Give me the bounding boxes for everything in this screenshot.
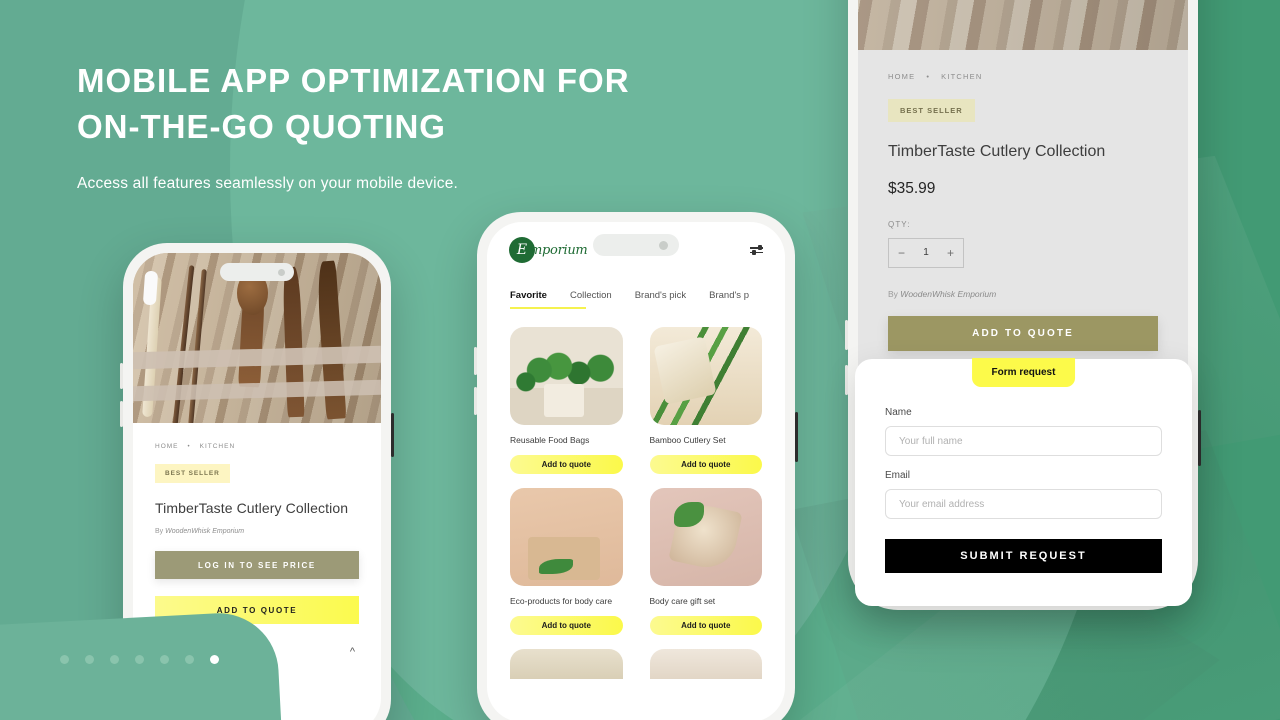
product-hero-image <box>858 0 1188 50</box>
product-card[interactable]: Eco-products for body care Add to quote <box>510 488 623 635</box>
quantity-decrease-button[interactable]: − <box>898 247 905 259</box>
breadcrumb-home[interactable]: HOME <box>888 72 915 81</box>
phone-mockup-center: E mporium Favorite Collection Brand's pi… <box>474 212 798 720</box>
active-tab-indicator <box>510 306 586 309</box>
modal-title-tag: Form request <box>971 358 1076 387</box>
carousel-dot[interactable] <box>85 655 94 664</box>
email-input[interactable] <box>885 489 1162 519</box>
filter-line-2 <box>750 249 763 254</box>
product-name: Body care gift set <box>649 596 716 606</box>
carousel-dots[interactable] <box>60 655 219 664</box>
filter-line-1 <box>750 245 763 250</box>
breadcrumb-separator: • <box>926 72 931 81</box>
brand-prefix: By <box>888 289 898 299</box>
phone-center-notch <box>593 234 679 256</box>
status-badge: BEST SELLER <box>888 99 975 122</box>
product-title: TimberTaste Cutlery Collection <box>888 143 1106 160</box>
carousel-dot[interactable] <box>110 655 119 664</box>
brand-name: WoodenWhisk Emporium <box>165 528 245 535</box>
phone-right-power-button <box>1198 410 1201 466</box>
leaf-icon <box>539 558 573 575</box>
phone-center-screen: E mporium Favorite Collection Brand's pi… <box>487 222 785 720</box>
headline-line-1: MOBILE APP OPTIMIZATION FOR <box>77 62 630 99</box>
form-request-modal: Form request Name Email SUBMIT REQUEST <box>855 358 1192 606</box>
product-brand: By WoodenWhisk Emporium <box>888 289 1158 299</box>
headline-line-2: ON-THE-GO QUOTING <box>77 108 446 145</box>
email-label: Email <box>885 470 911 481</box>
modal-dim-overlay <box>858 0 1188 50</box>
phone-left-volume-down <box>120 401 123 427</box>
filter-sliders-icon[interactable] <box>750 245 763 254</box>
leaf-icon <box>674 501 704 528</box>
breadcrumb-separator: • <box>187 443 191 450</box>
brand-prefix: By <box>155 528 164 535</box>
product-card[interactable]: Body care gift set Add to quote <box>649 488 762 635</box>
app-logo[interactable]: E mporium <box>509 237 588 263</box>
decorative-blob <box>0 610 285 720</box>
phone-center-volume-up <box>474 347 477 375</box>
product-grid-next-row <box>487 649 785 679</box>
add-to-quote-button[interactable]: Add to quote <box>510 616 623 635</box>
category-tabs[interactable]: Favorite Collection Brand's pick Brand's… <box>487 290 785 309</box>
login-to-see-price-button[interactable]: LOG IN TO SEE PRICE <box>155 551 359 579</box>
product-name: Reusable Food Bags <box>510 435 590 445</box>
carousel-dot-active[interactable] <box>210 655 219 664</box>
product-price: $35.99 <box>888 180 936 197</box>
breadcrumb-category[interactable]: KITCHEN <box>200 443 236 450</box>
add-to-quote-button[interactable]: ADD TO QUOTE <box>888 316 1158 351</box>
carousel-dot[interactable] <box>60 655 69 664</box>
phone-center-power-button <box>795 412 798 462</box>
name-input[interactable] <box>885 426 1162 456</box>
product-brand: By WoodenWhisk Emporium <box>155 528 359 535</box>
quantity-value: 1 <box>923 247 929 258</box>
tab-brands-p[interactable]: Brand's p <box>709 290 749 309</box>
tab-brands-pick[interactable]: Brand's pick <box>635 290 686 309</box>
breadcrumb: HOME • KITCHEN <box>888 72 1158 81</box>
brand-name: WoodenWhisk Emporium <box>900 289 997 299</box>
product-name: Bamboo Cutlery Set <box>649 435 726 445</box>
add-to-quote-button[interactable]: Add to quote <box>649 455 762 474</box>
email-field-group: Email <box>885 470 1162 519</box>
product-image-eco-products <box>510 488 623 586</box>
product-title: TimberTaste Cutlery Collection <box>155 500 349 516</box>
product-image-partial <box>510 649 623 679</box>
add-to-quote-button[interactable]: Add to quote <box>510 455 623 474</box>
product-card[interactable]: Bamboo Cutlery Set Add to quote <box>649 327 762 474</box>
logo-wordmark: mporium <box>530 242 588 258</box>
submit-request-button[interactable]: SUBMIT REQUEST <box>885 539 1162 573</box>
breadcrumb: HOME • KITCHEN <box>155 443 359 450</box>
quantity-stepper[interactable]: − 1 + <box>888 238 964 268</box>
carousel-dot[interactable] <box>185 655 194 664</box>
quantity-label: QTY: <box>888 220 911 229</box>
breadcrumb-home[interactable]: HOME <box>155 443 179 450</box>
phone-right-volume-up <box>845 320 848 350</box>
phone-center-volume-down <box>474 387 477 415</box>
page-title: MOBILE APP OPTIMIZATION FOR ON-THE-GO QU… <box>77 58 717 150</box>
hero-subtitle: Access all features seamlessly on your m… <box>77 175 459 192</box>
product-image-bamboo-cutlery-set <box>649 327 762 425</box>
front-camera-icon <box>278 268 285 276</box>
front-camera-icon <box>659 240 668 250</box>
add-to-quote-button[interactable]: Add to quote <box>649 616 762 635</box>
status-badge: BEST SELLER <box>155 464 230 483</box>
phone-left-volume-up <box>120 363 123 389</box>
phone-left-power-button <box>391 413 394 457</box>
product-card[interactable]: Reusable Food Bags Add to quote <box>510 327 623 474</box>
product-image-reusable-food-bags <box>510 327 623 425</box>
name-label: Name <box>885 407 912 418</box>
product-name: Eco-products for body care <box>510 596 613 606</box>
carousel-dot[interactable] <box>160 655 169 664</box>
product-image-partial <box>649 649 762 679</box>
phone-left-notch <box>220 263 294 281</box>
phone-right-volume-down <box>845 365 848 395</box>
breadcrumb-category[interactable]: KITCHEN <box>941 72 982 81</box>
carousel-dot[interactable] <box>135 655 144 664</box>
product-grid: Reusable Food Bags Add to quote Bamboo C… <box>487 309 785 635</box>
product-image-body-care-gift-set <box>649 488 762 586</box>
quantity-increase-button[interactable]: + <box>947 247 954 259</box>
hero-text-block: MOBILE APP OPTIMIZATION FOR ON-THE-GO QU… <box>77 58 717 193</box>
chevron-up-icon[interactable]: ^ <box>350 646 355 658</box>
brush-bristles-icon <box>142 270 159 306</box>
